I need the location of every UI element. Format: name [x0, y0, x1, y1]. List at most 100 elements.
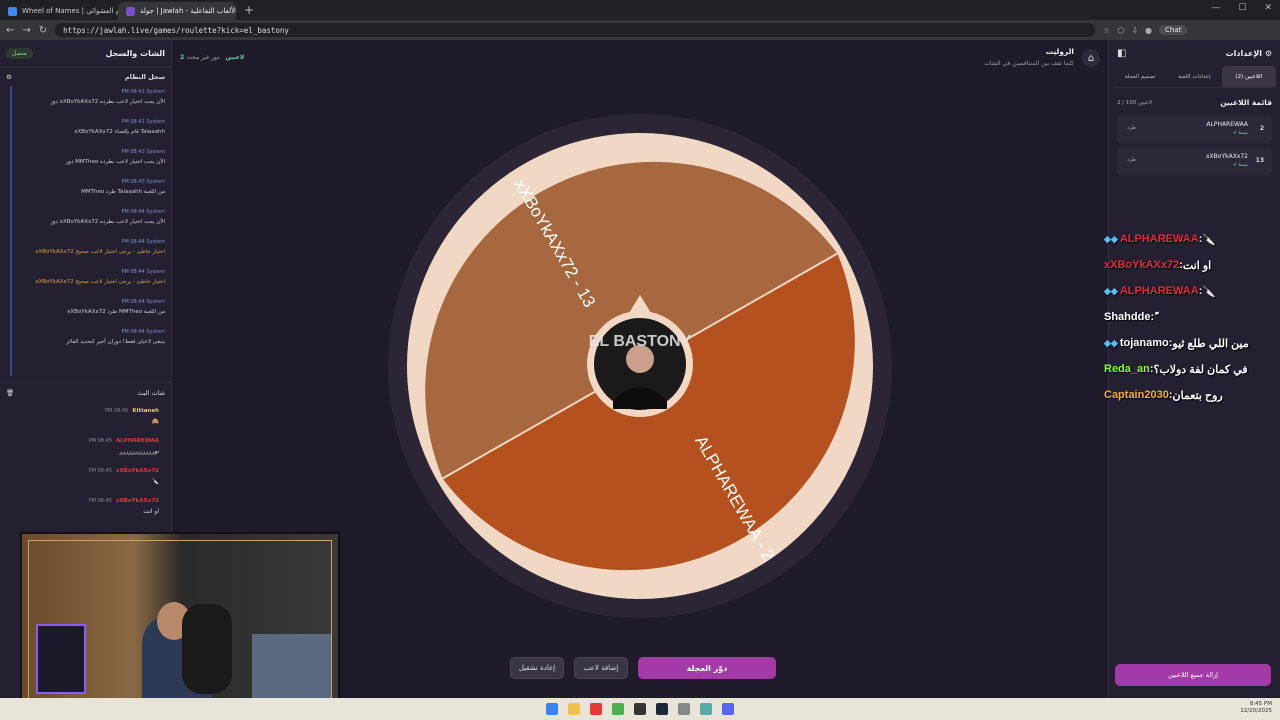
- system-log-meta: PM 08:44 System: [121, 209, 165, 215]
- collapse-panel-icon[interactable]: ◧: [1117, 48, 1126, 59]
- turn-text: دور غير محدد: [186, 54, 220, 61]
- live-chat-time: PM 08:45: [88, 498, 112, 504]
- live-chat-user[interactable]: xXBoYkAXx72: [116, 498, 159, 504]
- live-chat-list[interactable]: PM 08:45 Kittaneh 🙈 PM 08:45 ALPHAREWAA نوررر…: [0, 402, 171, 522]
- live-chat-message: او انت: [143, 508, 159, 515]
- overlay-chat-line: ◆◆ ALPHAREWAA : 🔪: [1104, 278, 1274, 304]
- jawlah-favicon-icon: [126, 6, 135, 16]
- file-explorer-icon[interactable]: [568, 703, 580, 715]
- overlay-chat-user: xXBoYkAXx72: [1104, 259, 1180, 271]
- player-status: ✔ نشط: [1233, 131, 1248, 136]
- close-window-icon[interactable]: ✕: [1264, 3, 1272, 13]
- overlay-chat-user: tojanamo: [1119, 337, 1169, 349]
- restart-button[interactable]: إعادة تشغيل: [510, 657, 564, 679]
- overlay-chat-user: Shahdde: [1104, 311, 1151, 323]
- user-badges-icon: ◆◆: [1104, 285, 1118, 296]
- download-icon[interactable]: ⇩: [1131, 26, 1138, 35]
- game-subtitle: كلما تقف بين المتنافسين في الشات: [984, 60, 1074, 67]
- wheel-svg: xXBoYkAXx72 - 13 ALPHAREWAA - 2 EL BASTO…: [388, 114, 892, 618]
- add-player-button[interactable]: إضافة لاعب: [574, 657, 628, 679]
- live-chat-header: 🗑 شات البث: [0, 382, 171, 402]
- youtube-icon[interactable]: [590, 703, 602, 715]
- system-log-meta: PM 08:44 System: [121, 329, 165, 335]
- kick-player-button[interactable]: طرد: [1127, 125, 1136, 131]
- system-log-meta: PM 08:44 System: [121, 299, 165, 305]
- system-log-header: ⚙ سجل النظام: [0, 68, 171, 86]
- system-log-item: PM 08:41 System xXBoYkAXx72 قام بإقصاء Ta…: [24, 116, 165, 146]
- settings-icon[interactable]: ⚙: [6, 73, 12, 81]
- system-log-item: PM 08:44 System xXBoYkAXx72 اختيار خاطئ -…: [24, 236, 165, 266]
- system-tray[interactable]: 8:45 PM 12/20/2025: [1240, 701, 1272, 715]
- delete-icon[interactable]: 🗑: [6, 389, 14, 397]
- overlay-chat-message: 🔪: [1202, 233, 1217, 246]
- overlay-chat-separator: :: [1150, 311, 1155, 323]
- chrome-icon[interactable]: [612, 703, 624, 715]
- tab-players[interactable]: اللاعبين (2): [1221, 66, 1276, 87]
- url-input[interactable]: https://jawlah.live/games/roulette?kick=…: [55, 23, 1096, 37]
- overlay-chat-line: Reda_an : في كمان لفة دولاب؟: [1104, 356, 1274, 382]
- profile-icon[interactable]: ●: [1145, 26, 1152, 35]
- system-log-meta: PM 08:41 System: [121, 89, 165, 95]
- system-log-meta: PM 08:43 System: [121, 149, 165, 155]
- star-icon[interactable]: ☆: [1103, 26, 1110, 35]
- overlay-chat-message: مين اللي طلع ثيو: [1172, 337, 1249, 350]
- game-title-block: الروليت كلما تقف بين المتنافسين في الشات: [984, 47, 1074, 67]
- live-chat-message: نورررررررررررر: [119, 448, 159, 455]
- live-chat-item: PM 08:45 xXBoYkAXx72 🔪: [0, 462, 171, 492]
- spin-wheel-button[interactable]: دوّر العجلة: [638, 657, 776, 679]
- live-chat-time: PM 08:45: [88, 468, 112, 474]
- new-tab-button[interactable]: +: [236, 3, 262, 17]
- kick-player-button[interactable]: طرد: [1127, 157, 1136, 163]
- forward-icon[interactable]: →: [22, 25, 30, 36]
- browser-tab-wheel-of-names[interactable]: Wheel of Names | الاسم العشوائي ✕: [0, 2, 118, 20]
- start-icon[interactable]: [546, 703, 558, 715]
- player-number: 2: [1259, 125, 1264, 132]
- tab-wheel-design[interactable]: تصميم العجلة: [1113, 66, 1167, 87]
- system-log-text: xXBoYkAXx72 قام بإقصاء Talaaahh: [74, 129, 165, 135]
- windows-taskbar: 8:45 PM 12/20/2025: [0, 698, 1280, 720]
- roulette-wheel[interactable]: xXBoYkAXx72 - 13 ALPHAREWAA - 2 EL BASTO…: [385, 111, 895, 621]
- maximize-icon[interactable]: ☐: [1238, 3, 1246, 13]
- obs-icon[interactable]: [634, 703, 646, 715]
- system-log-item: PM 08:41 System دور xXBoYkAXx72 الآن يجب …: [24, 86, 165, 116]
- minimize-icon[interactable]: —: [1211, 3, 1220, 13]
- overlay-chat-message: 🔪: [1202, 285, 1217, 298]
- live-chat-user[interactable]: xXBoYkAXx72: [116, 468, 159, 474]
- back-icon[interactable]: ←: [6, 25, 14, 36]
- browser-tab-bar: Wheel of Names | الاسم العشوائي ✕ جولة |…: [0, 0, 1280, 20]
- tab-game-settings[interactable]: إعدادات اللعبة: [1167, 66, 1221, 87]
- overlay-chat-message: في كمان لفة دولاب؟: [1153, 363, 1248, 376]
- steam-icon[interactable]: [656, 703, 668, 715]
- game-controls: إعادة تشغيل إضافة لاعب دوّر العجلة: [510, 657, 776, 679]
- chat-button[interactable]: Chat: [1159, 25, 1188, 35]
- players-list-count: 2 / 100 لاعبين: [1117, 99, 1153, 106]
- remove-all-players-button[interactable]: إزالة جميع اللاعبين: [1115, 664, 1271, 686]
- player-status: ✔ نشط: [1233, 163, 1248, 168]
- extension-icon[interactable]: ⬡: [1117, 26, 1124, 35]
- system-log-item: PM 08:43 System MMTheo طرد Talaaahh من ال…: [24, 176, 165, 206]
- browser-tab-jawlah[interactable]: جولة | Jawlah - منصة الألعاب التفاعلية ✕: [118, 2, 236, 20]
- overlay-chat-line: ◆◆ tojanamo : مين اللي طلع ثيو: [1104, 330, 1274, 356]
- system-log-text: xXBoYkAXx72 اختيار خاطئ - يرجى اختيار لا…: [35, 249, 165, 255]
- hub-center-text: EL BASTONY: [589, 333, 692, 350]
- game-header: 2 لاعبين دور غير محدد الروليت كلما تقف ب…: [172, 40, 1108, 72]
- wave-app-icon[interactable]: [700, 703, 712, 715]
- players-list: طرد ALPHAREWAA ✔ نشط 2 طرد xXBoYkAXx72 ✔ نشط 13: [1109, 115, 1280, 175]
- discord-icon[interactable]: [722, 703, 734, 715]
- gear-icon: ⚙: [1264, 48, 1272, 58]
- system-log-list[interactable]: PM 08:41 System دور xXBoYkAXx72 الآن يجب …: [10, 86, 171, 376]
- live-chat-user[interactable]: ALPHAREWAA: [116, 438, 159, 444]
- overlay-chat-message: روح بتعمان: [1172, 389, 1223, 402]
- app-icon[interactable]: [678, 703, 690, 715]
- reload-icon[interactable]: ↻: [39, 25, 47, 36]
- system-log-text: دور xXBoYkAXx72 الآن يجب اختيار لاعب بطر…: [50, 219, 165, 225]
- chat-log-title: الشات والسجل: [105, 49, 165, 58]
- live-chat-item: PM 08:45 xXBoYkAXx72 او انت: [0, 492, 171, 522]
- system-log-item: PM 08:44 System xXBoYkAXx72 اختيار خاطئ -…: [24, 266, 165, 296]
- system-log-text: xXBoYkAXx72 طرد MMTheo من اللعبة: [67, 309, 165, 315]
- live-chat-user[interactable]: Kittaneh: [132, 408, 159, 414]
- settings-title: الإعدادات ⚙: [1226, 49, 1272, 58]
- game-title: الروليت: [1045, 47, 1074, 56]
- home-button[interactable]: ⌂: [1082, 49, 1100, 67]
- player-name: xXBoYkAXx72: [1206, 153, 1248, 160]
